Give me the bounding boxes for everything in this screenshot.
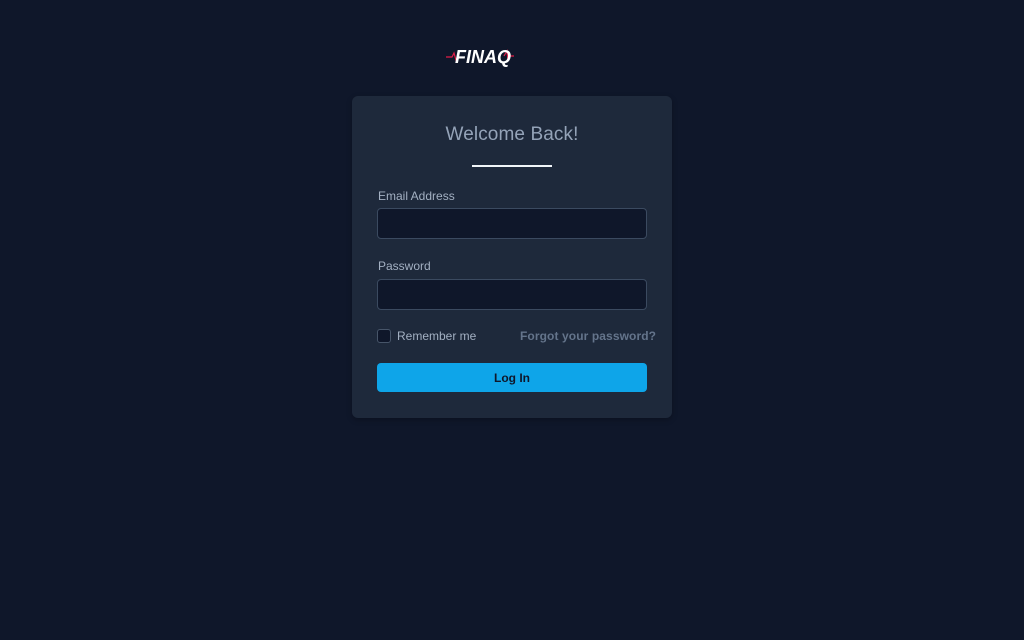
login-title: Welcome Back! [445, 124, 579, 145]
remember-me-checkbox[interactable] [377, 329, 391, 343]
brand-logo: FINAQ [446, 47, 514, 67]
logo-text: FINAQ [455, 47, 511, 67]
email-field[interactable] [377, 208, 647, 239]
title-divider [472, 165, 552, 167]
login-button[interactable]: Log In [377, 363, 647, 392]
password-field[interactable] [377, 279, 647, 310]
forgot-password-link[interactable]: Forgot your password? [520, 329, 656, 343]
email-label: Email Address [378, 189, 455, 203]
password-label: Password [378, 259, 431, 273]
remember-me-label[interactable]: Remember me [397, 329, 476, 343]
